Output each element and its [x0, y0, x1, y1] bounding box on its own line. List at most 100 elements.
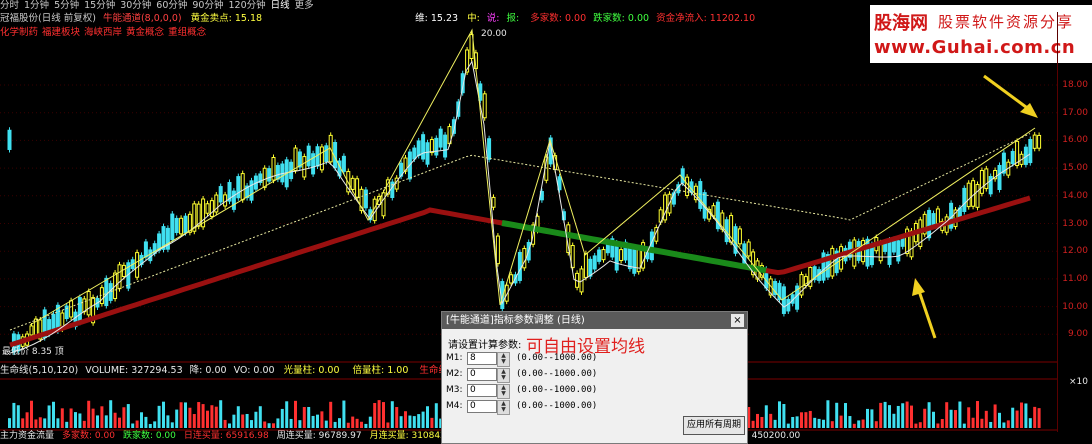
- volume-bar: [74, 412, 77, 428]
- volume-bar: [1002, 422, 1006, 428]
- volume-bar: [430, 417, 434, 428]
- candle: [170, 213, 175, 241]
- volume-bar: [333, 421, 337, 428]
- volume-bar: [82, 420, 86, 428]
- candle: [583, 253, 588, 278]
- volume-bar: [100, 406, 104, 428]
- volume-scale: ×10: [1069, 377, 1088, 387]
- candle: [487, 138, 492, 160]
- volume-bar: [294, 400, 297, 428]
- param-range: (0.00--1000.00): [516, 369, 598, 379]
- volume-bar: [342, 400, 346, 428]
- volume-bar: [764, 405, 768, 428]
- spinner-icon[interactable]: ▲ ▼: [497, 384, 510, 399]
- candle: [421, 134, 426, 160]
- candle: [7, 129, 12, 150]
- volume-bar: [232, 414, 236, 428]
- volume-bar: [276, 418, 280, 428]
- volume-bar: [113, 412, 117, 428]
- volume-bar: [848, 416, 852, 428]
- volume-bar: [1037, 408, 1041, 428]
- volume-bar: [386, 422, 390, 428]
- volume-bar: [817, 418, 821, 428]
- param-dialog: [牛能通道]指标参数调整 (日线) × 请设置计算参数: 可自由设置均线 M1:…: [441, 311, 748, 444]
- volume-bar: [140, 412, 143, 428]
- volume-bar: [148, 423, 152, 428]
- volume-bar: [896, 405, 900, 428]
- candle: [174, 217, 179, 234]
- volume-bar: [12, 402, 16, 428]
- volume-bar: [434, 403, 438, 428]
- close-icon[interactable]: ×: [731, 314, 744, 327]
- candle: [592, 255, 597, 270]
- volume-bar: [43, 418, 47, 428]
- candle: [509, 274, 514, 284]
- vo-value: VO: 0.00: [233, 365, 275, 376]
- volume-bar: [175, 409, 179, 428]
- volume-bar: [8, 418, 11, 428]
- candle: [685, 176, 690, 197]
- param-label: M4:: [446, 401, 463, 411]
- param-input[interactable]: 8: [467, 352, 497, 365]
- volume-bar: [170, 422, 174, 428]
- spinner-icon[interactable]: ▲ ▼: [497, 368, 510, 383]
- volume-bar: [918, 422, 922, 428]
- volume-bar: [30, 400, 33, 428]
- volume-bar: [980, 418, 984, 428]
- dialog-title: [牛能通道]指标参数调整 (日线): [446, 315, 585, 326]
- volume-bar: [940, 419, 944, 428]
- volume-bar: [96, 415, 99, 428]
- volume-bar: [47, 405, 51, 428]
- candle: [1037, 134, 1042, 149]
- volume-bar: [773, 419, 777, 428]
- volume-bar: [839, 415, 843, 428]
- param-input[interactable]: 0: [467, 368, 497, 381]
- candle: [966, 182, 971, 208]
- apply-all-periods-button[interactable]: 应用所有周期: [683, 416, 745, 435]
- candle: [86, 291, 91, 316]
- volume-bar: [355, 418, 359, 428]
- price-label: 13.00: [1062, 218, 1088, 229]
- candle: [649, 231, 654, 261]
- dialog-titlebar[interactable]: [牛能通道]指标参数调整 (日线) ×: [442, 312, 747, 329]
- bottom-stat: 跌家数: 0.00: [122, 431, 176, 441]
- candle: [984, 168, 989, 190]
- candle: [77, 297, 82, 323]
- candle: [517, 251, 522, 281]
- candle: [69, 300, 74, 318]
- volume-bar: [166, 415, 170, 428]
- spinner-icon[interactable]: ▲ ▼: [497, 400, 510, 415]
- candle: [887, 239, 892, 265]
- candle: [381, 192, 386, 217]
- volume-bar: [901, 403, 905, 428]
- param-input[interactable]: 0: [467, 384, 497, 397]
- candle: [209, 200, 214, 217]
- volume-bar: [989, 421, 993, 428]
- candle: [249, 180, 254, 201]
- volume-bar: [795, 416, 799, 428]
- volume-bar: [1024, 403, 1028, 428]
- candle: [737, 228, 742, 245]
- volume-value: VOLUME: 327294.53: [85, 365, 183, 376]
- candle: [962, 187, 967, 212]
- candle: [597, 249, 602, 262]
- down-value: 降: 0.00: [189, 365, 227, 376]
- candle: [839, 246, 844, 270]
- volume-bar: [923, 408, 927, 428]
- volume-bar: [936, 423, 940, 428]
- candle: [275, 165, 280, 180]
- bottom-stat: 450200.00: [751, 431, 801, 441]
- spinner-icon[interactable]: ▲ ▼: [497, 352, 510, 367]
- volume-bar: [87, 400, 91, 428]
- volume-bar: [254, 411, 258, 428]
- candle: [614, 242, 619, 271]
- volume-bar: [219, 400, 223, 428]
- volume-bar: [34, 419, 38, 428]
- volume-bar: [56, 418, 60, 428]
- volume-bar: [412, 416, 416, 428]
- param-input[interactable]: 0: [467, 400, 497, 413]
- price-label: 18.00: [1062, 80, 1088, 90]
- double-volume-value: 倍量柱: 1.00: [352, 365, 409, 376]
- volume-bar: [69, 408, 73, 428]
- volume-bar: [25, 412, 29, 428]
